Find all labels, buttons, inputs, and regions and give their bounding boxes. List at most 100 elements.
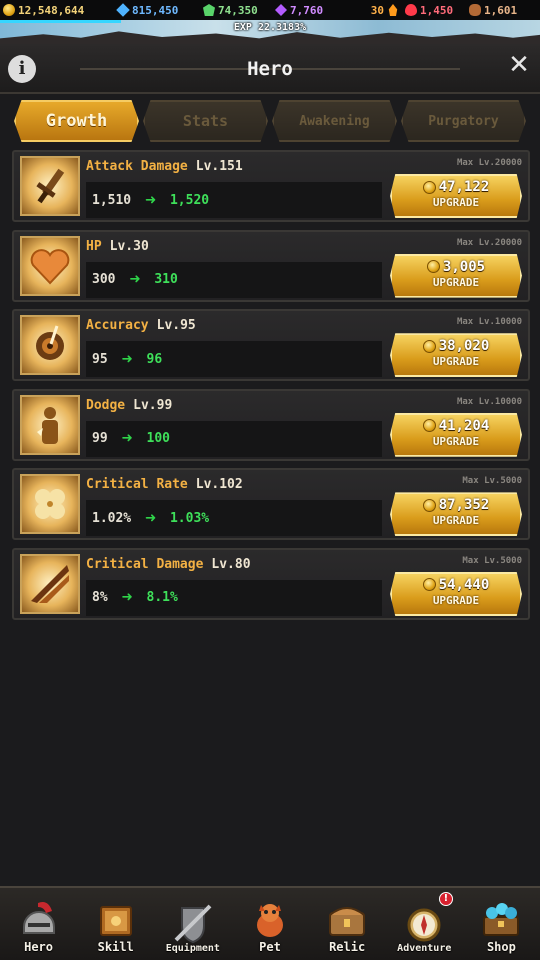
- sword-icon: [20, 156, 80, 216]
- nav-shop[interactable]: Shop: [463, 888, 540, 960]
- upgrade-label: UPGRADE: [432, 355, 480, 369]
- gold-coin-icon: [3, 4, 15, 16]
- upgrade-row-critical-rate: Critical Rate Lv.102 1.02% ➜ 1.03% Max Lv…: [12, 468, 530, 541]
- panel-header: i Hero ✕: [0, 44, 540, 94]
- upgrade-label: UPGRADE: [432, 196, 480, 209]
- upgrade-button[interactable]: 47,122 UPGRADE: [390, 174, 522, 218]
- next-value: 1.03%: [169, 510, 210, 526]
- upgrade-button[interactable]: 3,005 UPGRADE: [390, 253, 522, 298]
- currency-ruby: 1,450: [402, 0, 466, 20]
- current-value: 300: [92, 272, 116, 288]
- upgrade-level: Lv.95: [156, 318, 196, 334]
- arrow-right-icon: ➜: [145, 507, 156, 529]
- current-value: 95: [92, 351, 108, 367]
- green-gem-icon: [203, 4, 215, 16]
- currency-flame: 30: [336, 0, 402, 20]
- currency-value: 815,450: [132, 3, 179, 17]
- upgrade-button[interactable]: 41,204 UPGRADE: [390, 412, 522, 457]
- nav-equipment[interactable]: Equipment: [154, 888, 231, 960]
- nav-relic[interactable]: Relic: [309, 888, 386, 960]
- upgrade-row-accuracy: Accuracy Lv.95 95 ➜ 96 Max Lv.10000 38,02…: [12, 309, 530, 382]
- bottom-nav: Hero Skill Equipment Pet Relic ! Adventu…: [0, 886, 540, 960]
- nav-label: Skill: [97, 940, 134, 954]
- upgrade-cost: 54,440: [392, 577, 520, 593]
- upgrade-row-critical-damage: Critical Damage Lv.80 8% ➜ 8.1% Max Lv.50…: [12, 547, 530, 620]
- upgrade-name: Critical Damage Lv.80: [86, 556, 251, 572]
- value-box: 8% ➜ 8.1%: [86, 579, 382, 616]
- max-level: Max Lv.5000: [462, 555, 522, 566]
- upgrade-name: HP Lv.30: [86, 238, 149, 254]
- currency-stone: 1,601: [466, 0, 520, 20]
- currency-value: 1,601: [484, 3, 518, 17]
- tab-growth[interactable]: Growth: [14, 100, 139, 142]
- nav-label: Relic: [329, 940, 366, 954]
- slash-icon: [20, 553, 80, 614]
- nav-label: Hero: [24, 940, 54, 954]
- purple-crystal-icon: [275, 4, 287, 16]
- nav-hero[interactable]: Hero: [0, 888, 77, 960]
- upgrade-row-hp: HP Lv.30 300 ➜ 310 Max Lv.20000 3,005 UPG…: [12, 229, 530, 302]
- max-level: Max Lv.20000: [456, 237, 522, 248]
- arrow-right-icon: ➜: [145, 189, 156, 211]
- nav-pet[interactable]: Pet: [231, 888, 308, 960]
- arrow-right-icon: ➜: [129, 269, 141, 291]
- tab-awakening[interactable]: Awakening: [272, 100, 397, 142]
- value-box: 1.02% ➜ 1.03%: [86, 500, 382, 537]
- equipment-icon: [169, 899, 217, 947]
- gold-coin-icon: [422, 339, 436, 353]
- upgrade-button[interactable]: 87,352 UPGRADE: [390, 492, 522, 537]
- arrow-right-icon: ➜: [121, 587, 133, 609]
- gold-coin-icon: [422, 419, 436, 433]
- upgrade-button[interactable]: 38,020 UPGRADE: [390, 333, 522, 378]
- max-level: Max Lv.20000: [456, 158, 522, 168]
- value-box: 1,510 ➜ 1,520: [86, 182, 382, 218]
- arrow-right-icon: ➜: [121, 428, 133, 450]
- clover-icon: [20, 474, 80, 535]
- upgrade-name: Critical Rate Lv.102: [86, 477, 243, 493]
- upgrade-cost: 38,020: [392, 338, 520, 354]
- max-level: Max Lv.5000: [462, 476, 522, 487]
- upgrade-level: Lv.30: [109, 238, 149, 254]
- compass-icon: [400, 899, 448, 947]
- value-box: 300 ➜ 310: [86, 261, 382, 298]
- arrow-right-icon: ➜: [121, 348, 133, 370]
- max-level: Max Lv.10000: [456, 396, 522, 407]
- upgrade-name: Dodge Lv.99: [86, 397, 173, 413]
- value-box: 99 ➜ 100: [86, 420, 382, 457]
- currency-value: 7,760: [290, 3, 324, 17]
- currency-gold: 12,548,644: [0, 0, 114, 20]
- currency-green-gem: 74,350: [200, 0, 272, 20]
- treasure-chest-icon: [477, 896, 525, 944]
- relic-chest-icon: [323, 896, 371, 944]
- notification-badge: !: [438, 892, 453, 906]
- pet-icon: [246, 896, 294, 944]
- upgrade-cost: 3,005: [392, 259, 520, 275]
- upgrade-name: Accuracy Lv.95: [86, 318, 196, 334]
- current-value: 8%: [92, 590, 108, 606]
- currency-value: 74,350: [218, 3, 258, 17]
- upgrade-button[interactable]: 54,440 UPGRADE: [390, 571, 522, 616]
- close-button[interactable]: ✕: [508, 52, 530, 78]
- nav-skill[interactable]: Skill: [77, 888, 154, 960]
- tab-stats[interactable]: Stats: [143, 100, 268, 142]
- current-value: 99: [92, 431, 108, 447]
- upgrade-cost: 47,122: [392, 179, 520, 195]
- diamond-icon: [116, 3, 130, 17]
- upgrade-label: UPGRADE: [432, 514, 480, 528]
- tab-purgatory[interactable]: Purgatory: [401, 100, 526, 142]
- currency-value: 1,450: [420, 3, 454, 17]
- nav-label: Adventure: [397, 943, 452, 954]
- exp-text: EXP 22.3183%: [233, 22, 307, 33]
- nav-adventure[interactable]: ! Adventure: [386, 888, 463, 960]
- upgrade-cost: 87,352: [392, 497, 520, 513]
- heart-icon: [20, 235, 80, 296]
- upgrade-name: Attack Damage Lv.151: [86, 159, 243, 174]
- upgrade-label: UPGRADE: [432, 593, 480, 607]
- nav-label: Pet: [259, 940, 281, 954]
- currency-value: 12,548,644: [18, 3, 85, 17]
- currency-diamond: 815,450: [114, 0, 200, 20]
- upgrade-row-attack-damage: Attack Damage Lv.151 1,510 ➜ 1,520 Max Lv…: [12, 150, 530, 222]
- tab-bar: Growth Stats Awakening Purgatory: [14, 100, 526, 142]
- skill-book-icon: [92, 896, 140, 944]
- nav-label: Shop: [486, 940, 516, 954]
